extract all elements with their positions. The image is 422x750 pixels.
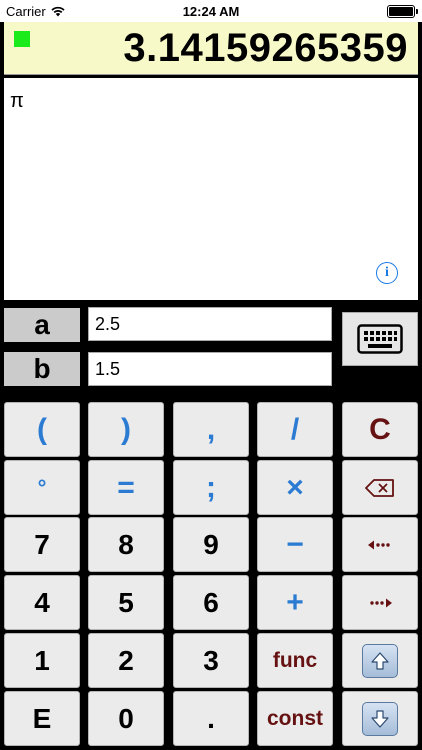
key-plus[interactable]: +: [257, 575, 333, 630]
variable-b-label: b: [4, 352, 80, 386]
key-close-paren[interactable]: ): [88, 402, 164, 457]
key-cursor-right[interactable]: [342, 575, 418, 630]
arrow-up-icon: [362, 643, 398, 678]
key-label: 7: [34, 528, 50, 560]
key-multiply[interactable]: ×: [257, 460, 333, 515]
key-1[interactable]: 1: [4, 633, 80, 688]
key-label: /: [290, 412, 300, 446]
key-open-paren[interactable]: (: [4, 402, 80, 457]
cursor-right-icon: [370, 598, 392, 607]
key-equals[interactable]: =: [88, 460, 164, 515]
key-const[interactable]: const: [257, 691, 333, 746]
key-2[interactable]: 2: [88, 633, 164, 688]
variable-a-label: a: [4, 308, 80, 342]
key-label: 4: [34, 586, 50, 618]
key-label: ×: [286, 470, 304, 504]
key-minus[interactable]: −: [257, 517, 333, 572]
key-label: 1: [34, 644, 50, 676]
key-comma[interactable]: ,: [173, 402, 249, 457]
key-6[interactable]: 6: [173, 575, 249, 630]
key-7[interactable]: 7: [4, 517, 80, 572]
key-label: 8: [118, 528, 134, 560]
backspace-icon: [365, 478, 394, 497]
key-label: ): [121, 412, 131, 446]
key-3[interactable]: 3: [173, 633, 249, 688]
key-label: .: [207, 702, 215, 734]
key-label: func: [272, 648, 318, 672]
key-label: E: [32, 702, 52, 734]
key-9[interactable]: 9: [173, 517, 249, 572]
key-label: 0: [118, 702, 134, 734]
key-label: =: [117, 470, 135, 504]
key-label: 5: [118, 586, 134, 618]
result-display: 3.14159265359: [4, 22, 418, 75]
status-indicator: [14, 31, 30, 47]
key-exponent[interactable]: E: [4, 691, 80, 746]
key-backspace[interactable]: [342, 460, 418, 515]
key-label: −: [286, 527, 304, 561]
status-bar: Carrier 12:24 AM: [0, 0, 422, 22]
key-cursor-left[interactable]: [342, 517, 418, 572]
info-icon[interactable]: i: [376, 262, 398, 284]
key-4[interactable]: 4: [4, 575, 80, 630]
key-label: ,: [206, 412, 216, 446]
key-label: 9: [203, 528, 219, 560]
expression-text: π: [10, 90, 24, 112]
cursor-left-icon: [368, 540, 390, 549]
key-label: ;: [206, 470, 216, 504]
key-label: 6: [203, 586, 219, 618]
key-clear[interactable]: C: [342, 402, 418, 457]
key-degree[interactable]: °: [4, 460, 80, 515]
key-5[interactable]: 5: [88, 575, 164, 630]
key-label: 2: [118, 644, 134, 676]
variable-a-field[interactable]: 2.5: [88, 307, 332, 341]
variable-b-field[interactable]: 1.5: [88, 352, 332, 386]
key-up[interactable]: [342, 633, 418, 688]
key-label: +: [286, 585, 304, 619]
key-semicolon[interactable]: ;: [173, 460, 249, 515]
keyboard-toggle-button[interactable]: [342, 312, 418, 366]
battery-icon: [387, 5, 418, 18]
key-label: const: [266, 706, 323, 730]
key-divide[interactable]: /: [257, 402, 333, 457]
key-8[interactable]: 8: [88, 517, 164, 572]
key-down[interactable]: [342, 691, 418, 746]
key-label: °: [37, 474, 47, 500]
keyboard-icon: [357, 324, 403, 354]
result-value: 3.14159265359: [123, 26, 408, 70]
key-label: 3: [203, 644, 219, 676]
key-decimal[interactable]: .: [173, 691, 249, 746]
arrow-down-icon: [362, 701, 398, 736]
key-0[interactable]: 0: [88, 691, 164, 746]
key-label: C: [369, 412, 391, 446]
key-label: (: [37, 412, 47, 446]
status-time: 12:24 AM: [182, 4, 240, 19]
expression-area[interactable]: π i: [4, 78, 418, 300]
key-func[interactable]: func: [257, 633, 333, 688]
